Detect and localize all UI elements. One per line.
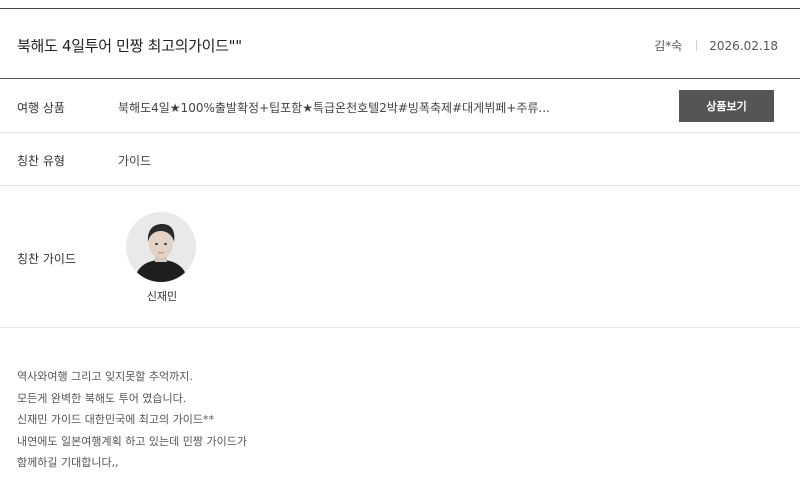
praise-type-row: 칭찬 유형 가이드 <box>0 133 800 186</box>
guide-avatar <box>126 212 196 282</box>
review-meta: 김*숙 2026.02.18 <box>654 37 778 54</box>
review-detail-page: 북해도 4일투어 민짱 최고의가이드"" 김*숙 2026.02.18 여행 상… <box>0 0 800 485</box>
review-body-line: 신재민 가이드 대한민국에 최고의 가이드** <box>17 413 215 426</box>
praise-type-label: 칭찬 유형 <box>17 154 65 168</box>
review-body-line: 모든게 완벽한 북해도 투어 였습니다. <box>17 391 187 405</box>
review-body: 역사와여행 그리고 잊지못할 추억까지. 모든게 완벽한 북해도 투어 였습니다… <box>17 366 247 474</box>
guide-label: 칭찬 가이드 <box>17 252 77 266</box>
product-name[interactable]: 북해도4일★100%출발확정+팁포함★특급온천호텔2박#빙폭축제#대게뷔페+주류… <box>118 99 550 116</box>
review-date: 2026.02.18 <box>709 38 778 53</box>
guide-portrait-icon <box>126 212 196 282</box>
review-body-line: 내연에도 일본여행계획 하고 있는데 민짱 가이드가 <box>17 434 248 448</box>
review-body-line: 역사와여행 그리고 잊지못할 추억까지. <box>17 370 193 383</box>
praise-type-value: 가이드 <box>118 154 152 168</box>
author-name: 김*숙 <box>654 39 683 53</box>
guide-row: 칭찬 가이드 신재민 <box>0 186 800 328</box>
guide-card[interactable]: 신재민 <box>126 212 198 304</box>
meta-separator <box>696 40 698 51</box>
review-body-line: 함께하길 기대합니다,, <box>17 456 119 469</box>
review-title: 북해도 4일투어 민짱 최고의가이드"" <box>17 37 242 55</box>
view-product-button[interactable]: 상품보기 <box>679 90 774 122</box>
review-header: 북해도 4일투어 민짱 최고의가이드"" 김*숙 2026.02.18 <box>0 9 800 79</box>
guide-name: 신재민 <box>146 290 178 303</box>
product-row: 여행 상품 북해도4일★100%출발확정+팁포함★특급온천호텔2박#빙폭축제#대… <box>0 79 800 133</box>
product-label: 여행 상품 <box>17 101 65 115</box>
